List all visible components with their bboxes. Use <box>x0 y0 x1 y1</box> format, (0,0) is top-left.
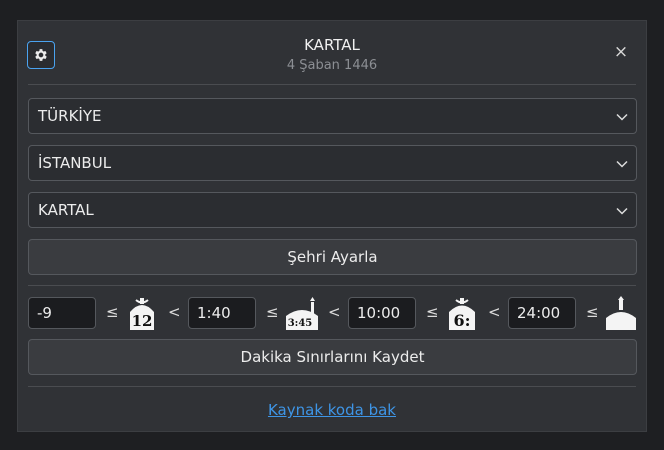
mosque-clock-icon: 12 <box>130 298 154 330</box>
limit-input-3[interactable]: 10:00 <box>348 297 416 329</box>
district-select[interactable]: KARTAL <box>28 192 637 228</box>
prayer-settings-window: KARTAL 4 Şaban 1446 × TÜRKİYE İSTANBUL K… <box>17 20 647 432</box>
mosque-clock-icon: 3:45 <box>286 297 318 330</box>
country-select[interactable]: TÜRKİYE <box>28 98 637 134</box>
minute-limits-row: -9 ≤ 12 < 1:40 ≤ 3:45 < 10:00 ≤ 6: < 24:… <box>18 295 646 331</box>
close-icon: × <box>613 41 629 62</box>
operator: ≤ <box>106 303 119 321</box>
chevron-down-icon <box>616 207 628 215</box>
limit-input-4[interactable]: 24:00 <box>508 297 576 329</box>
close-button[interactable]: × <box>612 43 630 61</box>
limit-input-1[interactable]: -9 <box>28 297 96 329</box>
country-value: TÜRKİYE <box>38 107 102 125</box>
mosque-icon <box>606 296 636 330</box>
header: KARTAL 4 Şaban 1446 × <box>18 21 646 83</box>
operator: < <box>168 303 181 321</box>
limit-input-2[interactable]: 1:40 <box>188 297 256 329</box>
set-city-button[interactable]: Şehri Ayarla <box>28 239 637 275</box>
chevron-down-icon <box>616 113 628 121</box>
hijri-date: 4 Şaban 1446 <box>286 58 378 73</box>
clock-label-6: 6: <box>453 311 470 330</box>
save-limits-button[interactable]: Dakika Sınırlarını Kaydet <box>28 339 637 375</box>
operator: ≤ <box>426 303 439 321</box>
operator: ≤ <box>586 303 599 321</box>
section-divider <box>28 285 636 286</box>
clock-label-345: 3:45 <box>288 318 313 329</box>
page-title: KARTAL <box>304 36 360 54</box>
district-value: KARTAL <box>38 201 94 219</box>
operator: ≤ <box>266 303 279 321</box>
mosque-clock-icon: 6: <box>449 298 475 330</box>
footer-divider <box>28 386 636 387</box>
province-select[interactable]: İSTANBUL <box>28 145 637 181</box>
set-city-label: Şehri Ayarla <box>287 248 378 266</box>
source-code-link[interactable]: Kaynak koda bak <box>18 401 646 419</box>
clock-label-12: 12 <box>132 312 153 330</box>
operator: < <box>328 303 341 321</box>
chevron-down-icon <box>616 160 628 168</box>
province-value: İSTANBUL <box>38 154 112 172</box>
save-limits-label: Dakika Sınırlarını Kaydet <box>240 348 425 366</box>
operator: < <box>488 303 501 321</box>
header-divider <box>28 84 636 85</box>
